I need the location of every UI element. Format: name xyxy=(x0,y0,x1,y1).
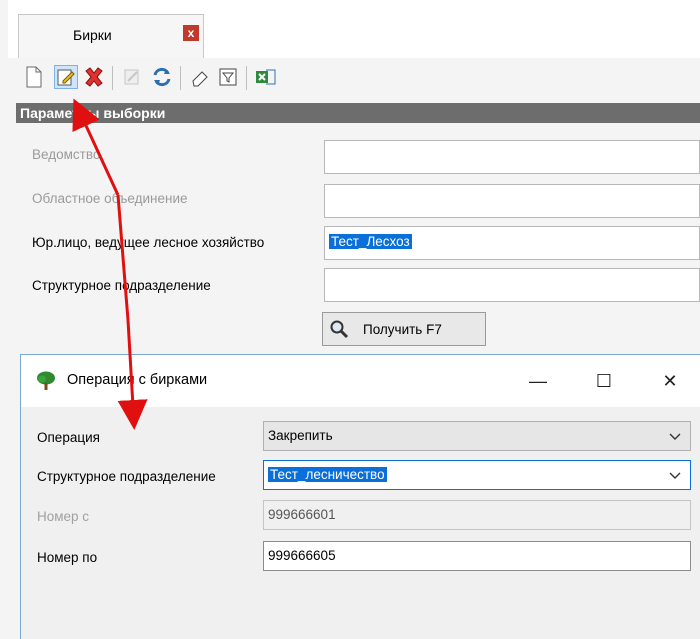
edit-icon[interactable] xyxy=(54,65,78,89)
get-button[interactable]: Получить F7 xyxy=(322,312,486,346)
delete-icon[interactable] xyxy=(82,65,106,89)
operation-value: Закрепить xyxy=(268,428,333,443)
get-button-label: Получить F7 xyxy=(363,321,442,337)
oblast-input[interactable] xyxy=(324,184,700,218)
field-label-legal-entity: Юр.лицо, ведущее лесное хозяйство xyxy=(32,235,265,250)
number-from-value: 999666601 xyxy=(268,507,336,522)
toolbar-separator xyxy=(246,66,247,90)
new-document-icon[interactable] xyxy=(22,65,46,89)
tab-birki[interactable]: Бирки x xyxy=(18,14,204,58)
toolbar-separator xyxy=(180,66,181,90)
dialog-title: Операция с бирками xyxy=(67,372,208,388)
field-label-vedomstvo: Ведомство xyxy=(32,147,101,162)
struct-unit-value: Тест_лесничество xyxy=(268,467,387,482)
operation-select[interactable]: Закрепить xyxy=(263,421,691,451)
chevron-down-icon xyxy=(669,433,681,440)
operation-dialog: Операция с бирками — ☐ ✕ Операция Закреп… xyxy=(20,354,700,639)
magnifier-icon xyxy=(329,319,349,339)
operation-label: Операция xyxy=(37,430,100,445)
excel-export-icon[interactable] xyxy=(254,65,278,89)
number-from-input[interactable]: 999666601 xyxy=(263,500,691,530)
number-to-input[interactable]: 999666605 xyxy=(263,541,691,571)
minimize-icon[interactable]: — xyxy=(515,363,561,399)
eraser-icon[interactable] xyxy=(188,65,212,89)
struct-unit-input[interactable] xyxy=(324,268,700,302)
disabled-icon[interactable] xyxy=(120,65,144,89)
tab-strip: Бирки x xyxy=(8,0,700,59)
close-tab-icon[interactable]: x xyxy=(183,25,199,41)
legal-entity-input[interactable]: Тест_Лесхоз xyxy=(324,226,700,260)
toolbar xyxy=(8,58,700,98)
dialog-titlebar: Операция с бирками — ☐ ✕ xyxy=(21,355,700,407)
filter-icon[interactable] xyxy=(216,65,240,89)
maximize-icon[interactable]: ☐ xyxy=(581,363,627,399)
chevron-down-icon xyxy=(669,472,681,479)
struct-unit-select[interactable]: Тест_лесничество xyxy=(263,460,691,490)
tab-label: Бирки xyxy=(73,27,112,43)
tree-icon xyxy=(35,371,57,394)
vedomstvo-input[interactable] xyxy=(324,140,700,174)
params-panel-title: Параметры выборки xyxy=(16,103,700,123)
legal-entity-value: Тест_Лесхоз xyxy=(329,234,412,249)
struct-unit-label: Структурное подразделение xyxy=(37,469,216,484)
number-to-label: Номер по xyxy=(37,550,98,565)
number-to-value: 999666605 xyxy=(268,548,336,563)
close-icon[interactable]: ✕ xyxy=(647,363,693,399)
field-label-struct-unit: Структурное подразделение xyxy=(32,278,211,293)
refresh-icon[interactable] xyxy=(150,65,174,89)
number-from-label: Номер с xyxy=(37,509,90,524)
toolbar-separator xyxy=(112,66,113,90)
field-label-oblast: Областное объединение xyxy=(32,191,188,206)
